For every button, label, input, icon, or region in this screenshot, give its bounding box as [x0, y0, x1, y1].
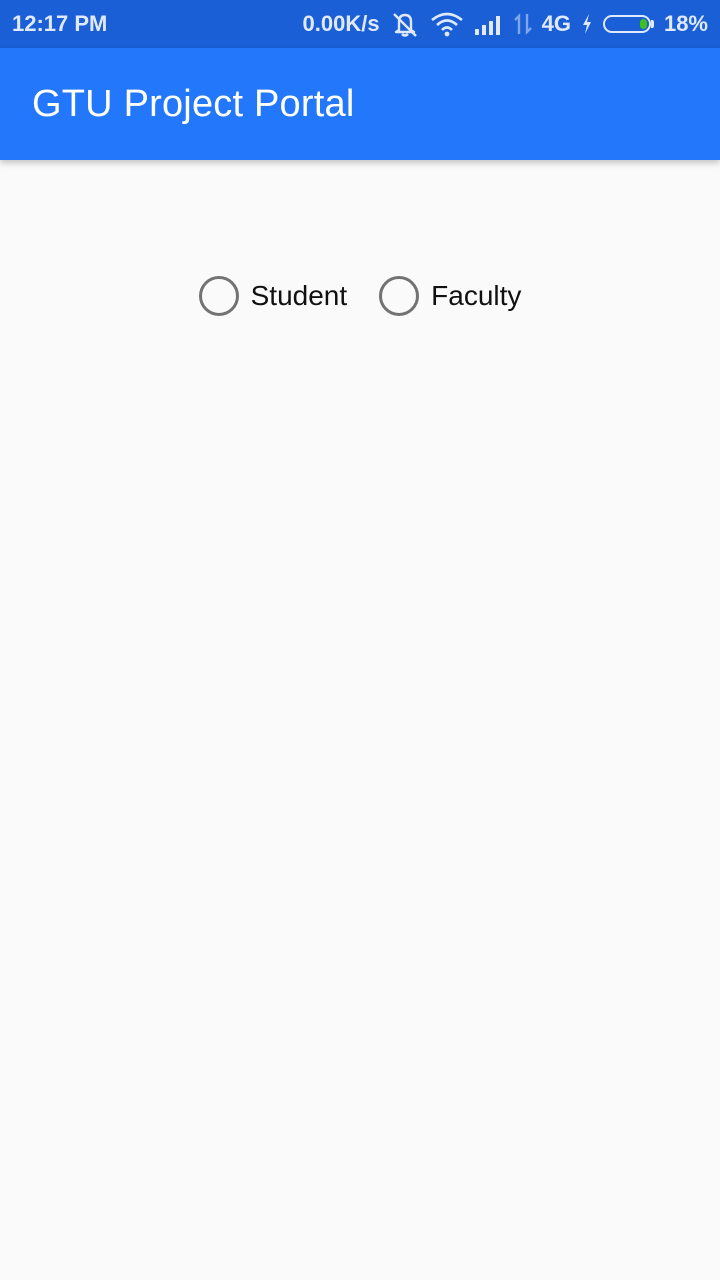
- faculty-radio-button[interactable]: [379, 276, 420, 316]
- alarm-off-icon: [390, 10, 420, 38]
- battery-level: [639, 19, 647, 29]
- charging-icon: [581, 13, 593, 35]
- signal-icon: [474, 13, 504, 35]
- app-title: GTU Project Portal: [32, 83, 355, 125]
- faculty-radio-label[interactable]: Faculty: [431, 280, 521, 312]
- status-bar: 12:17 PM 0.00K/s 4G 18%: [0, 0, 720, 48]
- status-icons: 0.00K/s 4G 18%: [303, 0, 708, 48]
- wifi-icon: [430, 11, 464, 37]
- faculty-radio-option[interactable]: Faculty: [379, 276, 521, 316]
- student-radio-option[interactable]: Student: [198, 276, 348, 316]
- network-type: 4G: [541, 11, 571, 36]
- app-bar: GTU Project Portal: [0, 48, 720, 160]
- data-arrows-icon: [513, 12, 532, 36]
- net-speed: 0.00K/s: [302, 11, 380, 36]
- battery-body: [602, 15, 651, 33]
- status-time: 12:17 PM: [12, 11, 108, 36]
- student-radio-label[interactable]: Student: [251, 280, 348, 312]
- battery-icon: [602, 15, 654, 33]
- user-type-radio-group: Student Faculty: [0, 272, 720, 320]
- battery-tip: [650, 20, 654, 28]
- student-radio-button[interactable]: [198, 276, 239, 316]
- battery-percent: 18%: [663, 11, 708, 36]
